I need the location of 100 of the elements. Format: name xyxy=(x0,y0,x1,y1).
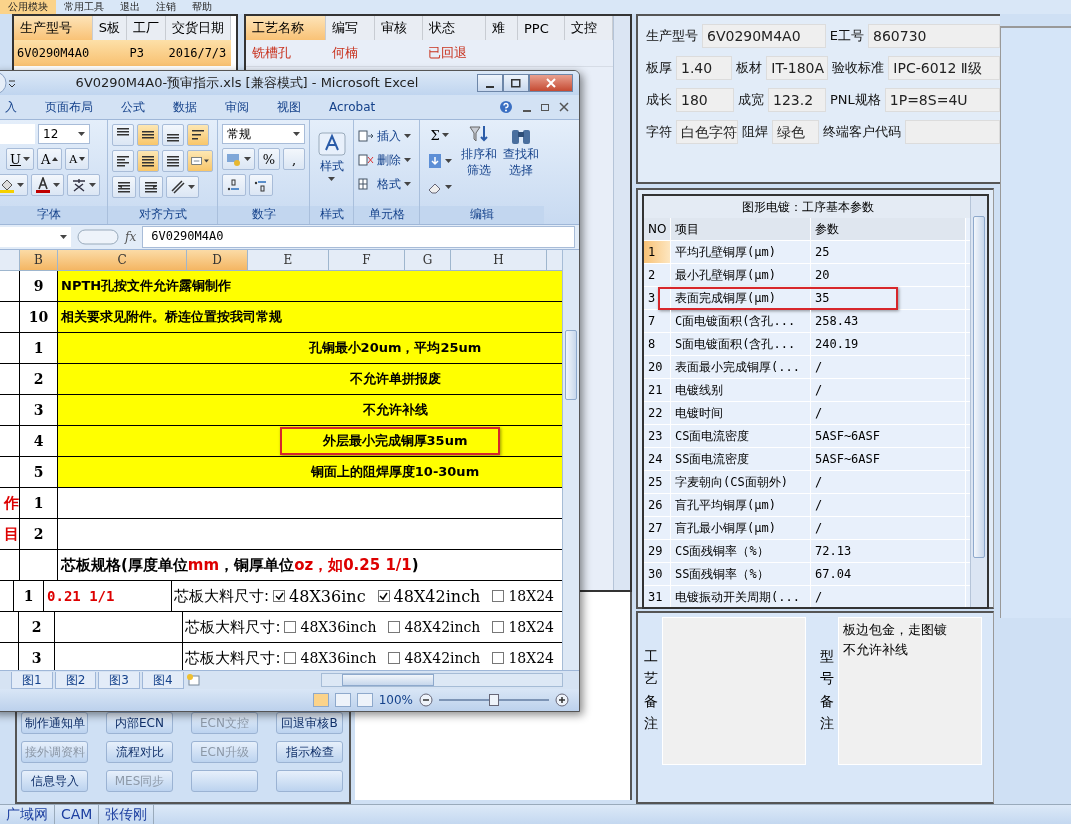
table-row[interactable]: 7 C面电镀面积(含孔... 258.43 xyxy=(644,310,970,334)
sheet-tab[interactable]: 图1 xyxy=(11,671,53,689)
column-header[interactable]: S板 xyxy=(92,16,127,40)
cell-action-button[interactable]: 删除 xyxy=(358,148,415,172)
text-field[interactable]: 白色字符 xyxy=(676,120,738,144)
action-button[interactable]: 流程对比 xyxy=(106,741,173,763)
decrease-decimal-button[interactable] xyxy=(249,174,273,196)
align-middle-button[interactable] xyxy=(137,124,159,146)
phonetic-button[interactable] xyxy=(67,174,100,196)
table-row[interactable]: 30 SS面残铜率（%） 67.04 xyxy=(644,563,970,587)
table-row[interactable]: 8 S面电镀面积(含孔... 240.19 xyxy=(644,333,970,357)
menu-item[interactable]: 注销 xyxy=(148,0,184,14)
font-color-button[interactable] xyxy=(31,174,64,196)
table-row[interactable]: 22 电镀时间 / xyxy=(644,402,970,426)
increase-indent-button[interactable] xyxy=(139,176,163,198)
scrollbar[interactable] xyxy=(970,196,987,608)
align-right-button[interactable] xyxy=(162,150,184,172)
slider-thumb[interactable] xyxy=(489,694,499,706)
orientation-button[interactable] xyxy=(166,176,199,198)
checkbox[interactable] xyxy=(284,621,297,633)
column-header[interactable]: 文控 xyxy=(564,16,613,40)
menu-item[interactable]: 常用工具 xyxy=(56,0,112,14)
text-field[interactable]: 1P=8S=4U xyxy=(884,88,1000,112)
cell-action-button[interactable]: 格式 xyxy=(358,172,415,196)
ribbon-tab[interactable]: 数据 xyxy=(159,98,211,116)
column-header[interactable]: E xyxy=(248,250,329,270)
checkbox[interactable] xyxy=(388,621,401,633)
table-row[interactable]: 2 最小孔壁铜厚(μm) 20 xyxy=(644,264,970,288)
action-button[interactable]: 指示检查 xyxy=(276,741,343,763)
align-center-button[interactable] xyxy=(137,150,159,172)
table-row[interactable]: 26 盲孔平均铜厚(μm) / xyxy=(644,494,970,518)
text-field[interactable]: 绿色 xyxy=(772,120,819,144)
column-header[interactable]: 交货日期 xyxy=(165,16,231,40)
column-header[interactable]: 生产型号 xyxy=(14,16,93,40)
text-field[interactable]: 123.2 xyxy=(768,88,826,112)
action-button[interactable]: 信息导入 xyxy=(21,770,88,792)
fill-color-button[interactable] xyxy=(0,174,28,196)
sheet-tab[interactable]: 图2 xyxy=(54,671,97,689)
percent-button[interactable]: % xyxy=(258,148,280,170)
ribbon-tab[interactable]: Acrobat xyxy=(315,100,390,114)
text-field[interactable]: 6V0290M4A0 xyxy=(702,24,826,48)
table-row[interactable]: 20 表面最小完成铜厚(... / xyxy=(644,356,970,380)
close-button[interactable] xyxy=(529,74,573,92)
checkbox[interactable] xyxy=(284,652,297,664)
font-size-select[interactable]: 12 xyxy=(38,124,90,144)
text-field[interactable] xyxy=(904,120,1000,144)
table-row[interactable]: 23 CS面电流密度 5ASF~6ASF xyxy=(644,425,970,449)
column-header[interactable]: 项目 xyxy=(671,218,811,241)
table-row[interactable]: 29 CS面残铜率（%） 72.13 xyxy=(644,540,970,564)
decrease-indent-button[interactable] xyxy=(112,176,136,198)
merge-button[interactable] xyxy=(187,150,213,172)
column-header[interactable]: D xyxy=(187,250,248,270)
column-header[interactable]: C xyxy=(58,250,187,270)
text-field[interactable]: IPC-6012 Ⅱ级 xyxy=(888,56,1000,80)
menu-item[interactable]: 公用模块 xyxy=(0,0,56,14)
checkbox[interactable] xyxy=(492,621,505,633)
ribbon-tab[interactable]: 页面布局 xyxy=(31,98,107,116)
scrollbar[interactable] xyxy=(613,16,630,590)
table-row[interactable]: 24 SS面电流密度 5ASF~6ASF xyxy=(644,448,970,472)
column-header[interactable]: B xyxy=(20,250,58,270)
column-header[interactable]: G xyxy=(405,250,451,270)
checkbox[interactable] xyxy=(388,652,401,664)
edit-action-button[interactable]: 查找和 选择 xyxy=(503,124,539,206)
action-button[interactable]: 制作通知单 xyxy=(21,712,88,734)
align-left-button[interactable] xyxy=(112,150,134,172)
ribbon-tab[interactable]: 视图 xyxy=(263,98,315,116)
sheet-tab[interactable]: 图4 xyxy=(141,671,184,689)
ribbon-tab[interactable]: 公式 xyxy=(107,98,159,116)
scrollbar[interactable] xyxy=(562,250,579,670)
ribbon-tab[interactable]: 入 xyxy=(0,98,31,116)
wrap-text-button[interactable] xyxy=(187,124,209,146)
text-field[interactable]: IT-180A xyxy=(766,56,829,80)
formula-field[interactable]: 6V0290M4A0 xyxy=(142,226,575,248)
styles-button[interactable]: 样式 xyxy=(314,124,349,188)
checkbox[interactable] xyxy=(273,590,286,602)
column-header[interactable]: 参数 xyxy=(811,218,966,241)
text-field[interactable]: 860730 xyxy=(868,24,1000,48)
font-name-field[interactable] xyxy=(0,124,35,144)
text-field[interactable]: 1.40 xyxy=(676,56,733,80)
cell-action-button[interactable]: 插入 xyxy=(358,124,415,148)
shrink-font-button[interactable]: A xyxy=(65,148,90,170)
table-row[interactable]: 25 字麦朝向(CS面朝外) / xyxy=(644,471,970,495)
checkbox[interactable] xyxy=(492,652,505,664)
number-format-select[interactable]: 常规 xyxy=(222,124,305,144)
remark-textarea[interactable]: 板边包金，走图镀 不允许补线 xyxy=(838,617,982,766)
column-header[interactable]: 编写 xyxy=(325,16,374,40)
table-row[interactable]: 6V0290M4A0 P3 2016/7/3 xyxy=(14,40,231,66)
table-row[interactable]: 3 表面完成铜厚(μm) 35 xyxy=(644,287,970,311)
horizontal-scrollbar[interactable] xyxy=(321,673,563,687)
grow-font-button[interactable]: A xyxy=(36,148,63,170)
maximize-button[interactable] xyxy=(503,74,529,92)
menu-item[interactable]: 退出 xyxy=(112,0,148,14)
minimize-button[interactable] xyxy=(477,74,503,92)
comma-button[interactable]: , xyxy=(283,148,305,170)
align-bottom-button[interactable] xyxy=(162,124,184,146)
edit-action-button[interactable]: 排序和 筛选 xyxy=(461,124,497,206)
autosum-button[interactable]: Σ xyxy=(424,124,455,146)
column-header[interactable]: 工厂 xyxy=(126,16,166,40)
column-header[interactable]: 难 xyxy=(485,16,518,40)
action-button[interactable]: 回退审核B xyxy=(276,712,343,734)
